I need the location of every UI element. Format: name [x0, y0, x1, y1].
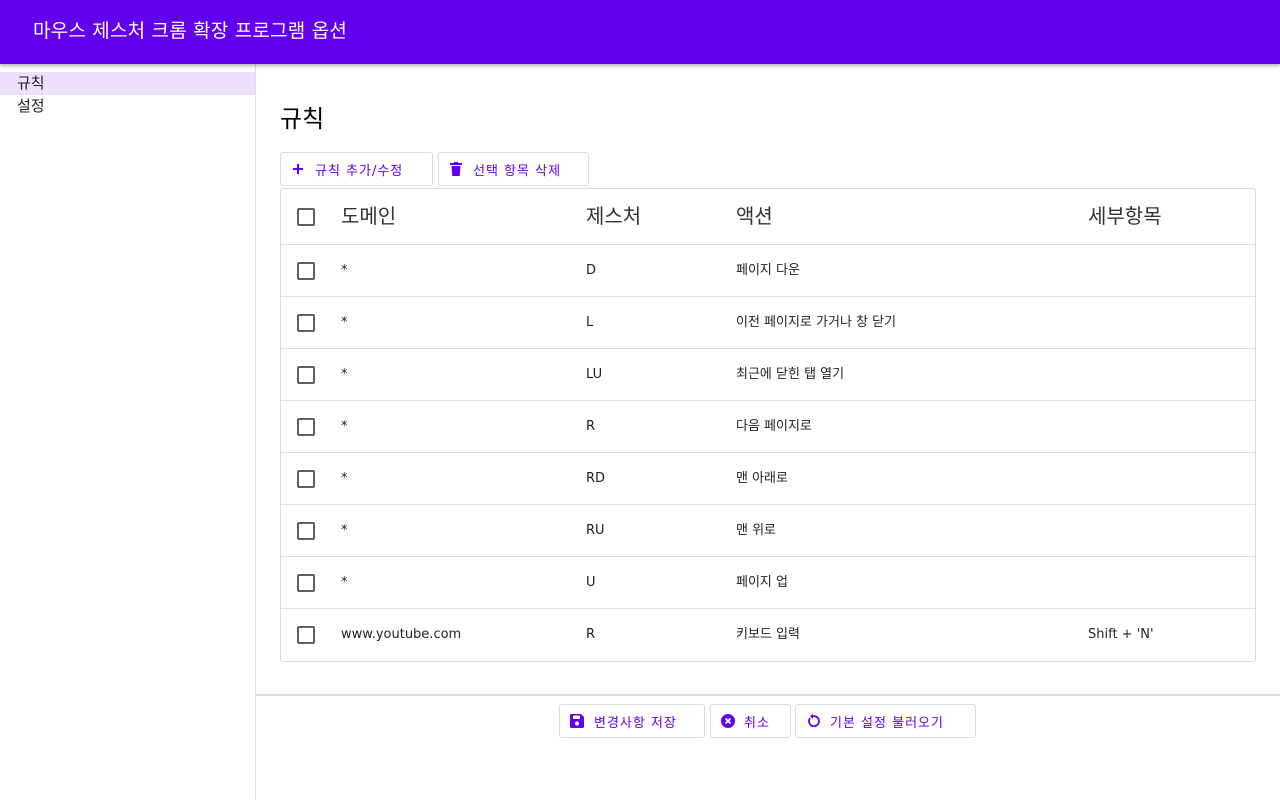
cell-gesture: D [586, 263, 597, 278]
cell-gesture: RU [586, 523, 605, 538]
sidebar-item-settings[interactable]: 설정 [0, 95, 255, 118]
cell-domain: * [341, 263, 348, 278]
row-checkbox[interactable] [297, 626, 315, 644]
cell-gesture: U [586, 575, 596, 590]
cell-domain: * [341, 575, 348, 590]
delete-selected-button[interactable]: 선택 항목 삭제 [438, 152, 589, 186]
cell-action: 페이지 업 [736, 575, 788, 590]
close-circle-icon [721, 714, 735, 728]
cell-action: 맨 위로 [736, 523, 777, 538]
row-checkbox[interactable] [297, 262, 315, 280]
cancel-label: 취소 [744, 715, 770, 731]
cell-action: 페이지 다운 [736, 263, 800, 278]
cell-gesture: LU [586, 367, 603, 382]
column-header-action[interactable]: 액션 [736, 202, 773, 230]
cell-domain: www.youtube.com [341, 627, 462, 642]
column-header-detail[interactable]: 세부항목 [1088, 202, 1162, 230]
add-rule-button[interactable]: 규칙 추가/수정 [280, 152, 433, 186]
select-all-checkbox[interactable] [297, 208, 315, 226]
table-row[interactable]: www.youtube.com R 키보드 입력 Shift + 'N' [281, 609, 1255, 661]
sidebar-item-rules[interactable]: 규칙 [0, 72, 255, 95]
row-checkbox[interactable] [297, 522, 315, 540]
row-checkbox[interactable] [297, 314, 315, 332]
cancel-button[interactable]: 취소 [710, 704, 791, 738]
cell-action: 이전 페이지로 가거나 창 닫기 [736, 315, 897, 330]
delete-selected-label: 선택 항목 삭제 [473, 163, 562, 179]
cell-action: 키보드 입력 [736, 627, 800, 642]
app-title: 마우스 제스처 크롬 확장 프로그램 옵션 [33, 20, 348, 42]
row-checkbox[interactable] [297, 470, 315, 488]
row-checkbox[interactable] [297, 418, 315, 436]
add-rule-label: 규칙 추가/수정 [315, 163, 404, 179]
table-row[interactable]: * U 페이지 업 [281, 557, 1255, 609]
cell-gesture: R [586, 419, 596, 434]
cell-domain: * [341, 367, 348, 382]
rules-table: 도메인 제스처 액션 세부항목 * D 페이지 다운 * L 이전 페이지로 가… [280, 188, 1256, 662]
column-header-domain[interactable]: 도메인 [341, 202, 396, 230]
table-header-row: 도메인 제스처 액션 세부항목 [281, 189, 1255, 245]
reset-defaults-label: 기본 설정 불러오기 [830, 715, 944, 731]
cell-gesture: RD [586, 471, 606, 486]
plus-icon [293, 164, 303, 174]
table-row[interactable]: * LU 최근에 닫힌 탭 열기 [281, 349, 1255, 401]
cell-gesture: L [586, 315, 594, 330]
cell-gesture: R [586, 627, 596, 642]
table-row[interactable]: * R 다음 페이지로 [281, 401, 1255, 453]
cell-domain: * [341, 315, 348, 330]
row-checkbox[interactable] [297, 366, 315, 384]
refresh-icon [808, 714, 820, 728]
cell-domain: * [341, 419, 348, 434]
cell-domain: * [341, 471, 348, 486]
reset-defaults-button[interactable]: 기본 설정 불러오기 [795, 704, 976, 738]
footer-divider [256, 694, 1280, 696]
main-content: 규칙 규칙 추가/수정 선택 항목 삭제 도메인 제스처 액션 세부항목 * D… [256, 64, 1280, 800]
table-row[interactable]: * L 이전 페이지로 가거나 창 닫기 [281, 297, 1255, 349]
cell-detail: Shift + 'N' [1088, 627, 1154, 642]
trash-icon [450, 162, 462, 176]
cell-action: 최근에 닫힌 탭 열기 [736, 367, 845, 382]
table-row[interactable]: * RD 맨 아래로 [281, 453, 1255, 505]
column-header-gesture[interactable]: 제스처 [586, 202, 641, 230]
page-title: 규칙 [280, 105, 325, 133]
table-row[interactable]: * D 페이지 다운 [281, 245, 1255, 297]
save-label: 변경사항 저장 [594, 715, 677, 731]
cell-domain: * [341, 523, 348, 538]
sidebar: 규칙 설정 [0, 64, 256, 800]
row-checkbox[interactable] [297, 574, 315, 592]
cell-action: 다음 페이지로 [736, 419, 812, 434]
floppy-icon [570, 714, 584, 728]
save-button[interactable]: 변경사항 저장 [559, 704, 705, 738]
cell-action: 맨 아래로 [736, 471, 788, 486]
app-bar: 마우스 제스처 크롬 확장 프로그램 옵션 [0, 0, 1280, 64]
table-row[interactable]: * RU 맨 위로 [281, 505, 1255, 557]
